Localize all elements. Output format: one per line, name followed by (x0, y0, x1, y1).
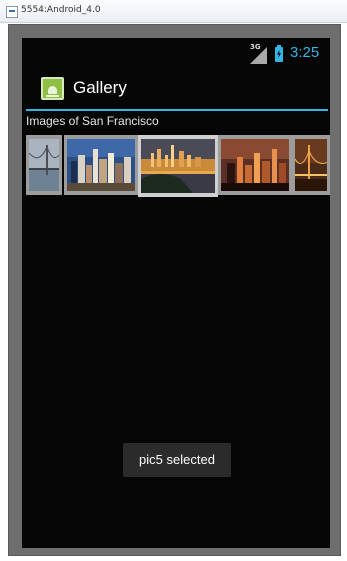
window-app-icon (6, 6, 18, 18)
gallery-thumb-golden-gate-night[interactable] (292, 135, 330, 195)
gallery-thumb-bridge[interactable] (26, 135, 62, 195)
window-title: 5554:Android_4.0 (21, 5, 101, 15)
toast-message: pic5 selected (123, 443, 231, 477)
status-time: 3:25 (290, 44, 320, 61)
signal-icon (250, 47, 267, 64)
gallery-thumb-golden-night[interactable] (138, 135, 218, 197)
android-app-icon[interactable] (41, 77, 64, 100)
gallery-thumb-skyline-blue[interactable] (64, 135, 138, 195)
action-bar: Gallery (22, 68, 330, 108)
action-bar-divider (26, 109, 328, 111)
gallery-caption: Images of San Francisco (26, 114, 159, 128)
battery-charging-icon (275, 45, 283, 62)
emulator-title-bar: 5554:Android_4.0 (0, 0, 347, 23)
device-screen: 3G 3:25 Gallery Images of San Francisco (22, 38, 330, 548)
image-gallery[interactable] (22, 135, 330, 199)
gallery-thumb-red-night[interactable] (218, 135, 292, 195)
app-title: Gallery (73, 78, 127, 97)
status-bar: 3G 3:25 (22, 38, 330, 68)
